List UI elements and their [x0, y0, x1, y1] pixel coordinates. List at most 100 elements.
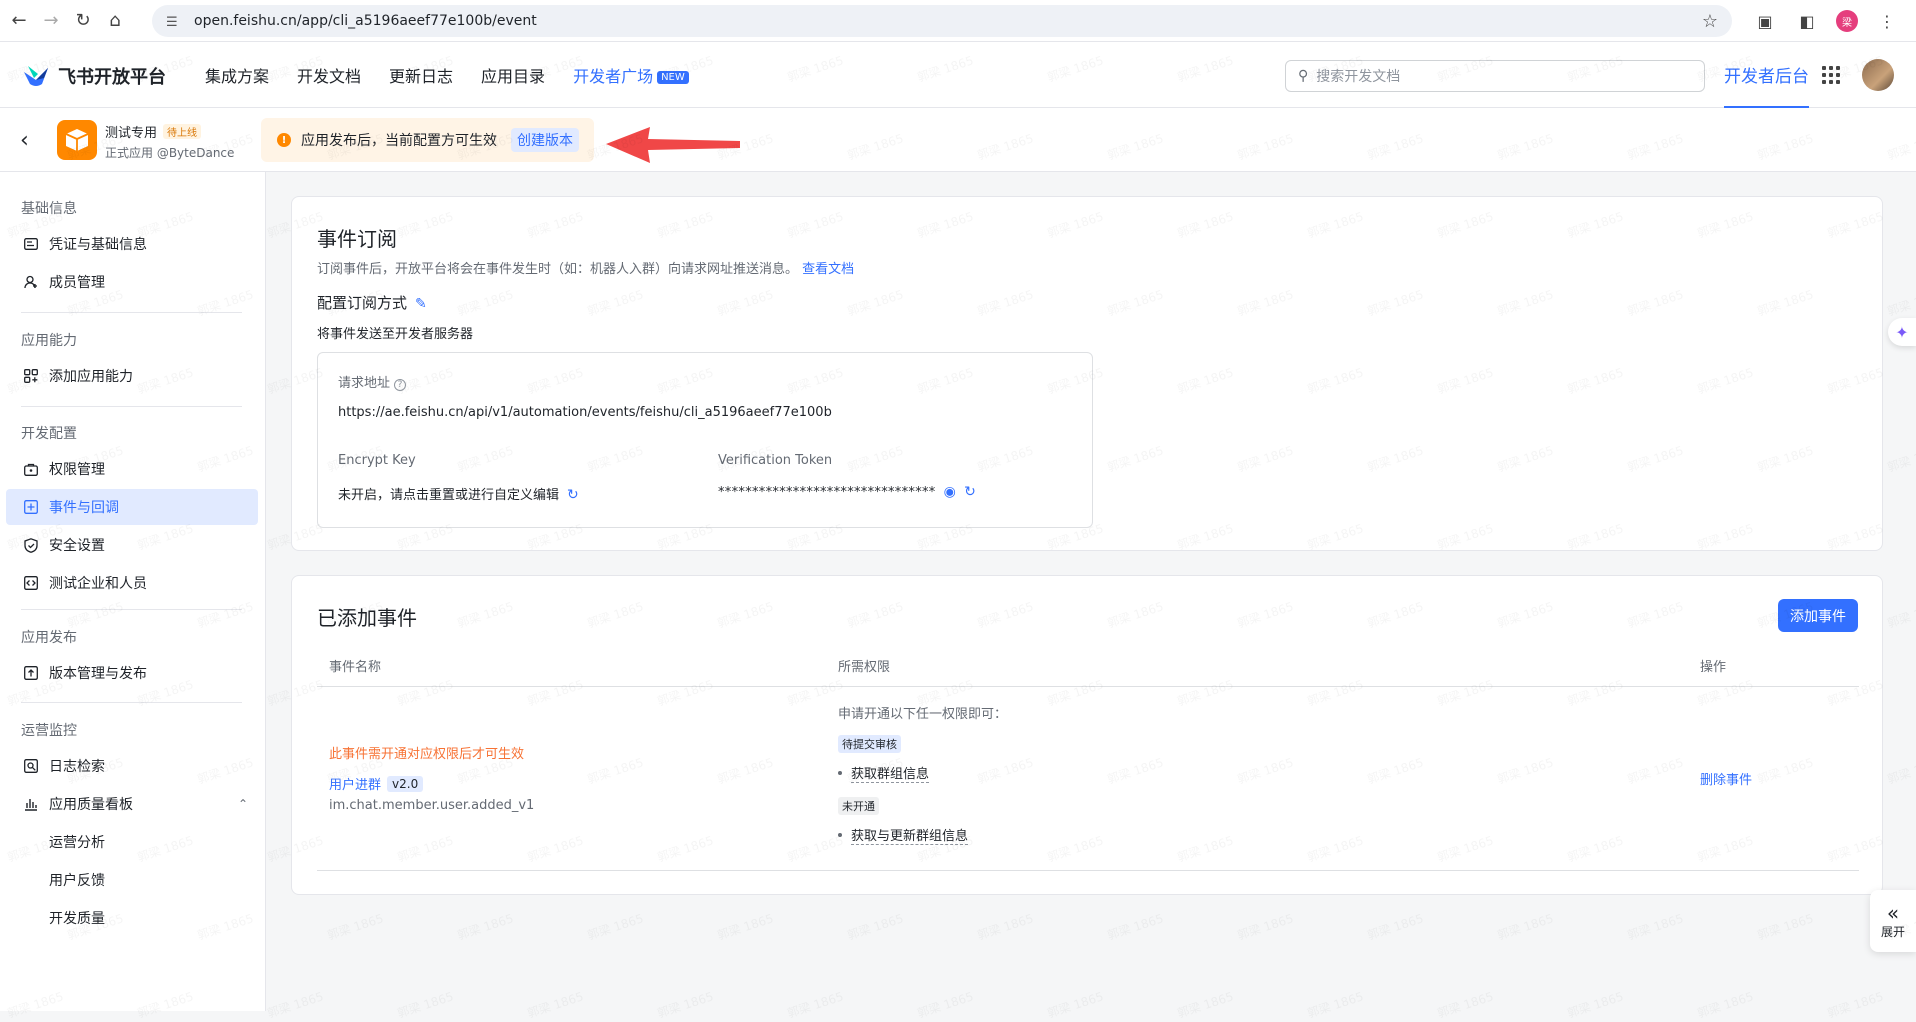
address-bar[interactable]: ☰ open.feishu.cn/app/cli_a5196aeef77e100… — [152, 5, 1732, 37]
tune-icon[interactable]: ☰ — [166, 15, 182, 30]
watermark-text: 郭梁 1865 — [265, 987, 326, 1021]
added-events-title: 已添加事件 — [317, 606, 417, 630]
app-subtitle: 正式应用 @ByteDance — [105, 146, 235, 160]
section-dev: 开发配置 — [21, 426, 77, 442]
watermark-text: 郭梁 1865 — [1695, 987, 1756, 1021]
sidebar-item-label: 运营分析 — [49, 835, 105, 851]
section-ability: 应用能力 — [21, 333, 77, 349]
sidebar-item-credentials[interactable]: 凭证与基础信息 — [6, 226, 258, 262]
watermark-text: 郭梁 1865 — [325, 909, 386, 943]
sidebar-item-members[interactable]: 成员管理 — [6, 264, 258, 300]
url-text: open.feishu.cn/app/cli_a5196aeef77e100b/… — [194, 13, 537, 29]
back-icon[interactable]: ← — [6, 8, 32, 34]
watermark-text: 郭梁 1865 — [1305, 987, 1366, 1021]
sidebar-item-label: 开发质量 — [49, 911, 105, 927]
nav-changelog[interactable]: 更新日志 — [389, 63, 453, 87]
profile-avatar[interactable]: 梁 — [1836, 10, 1858, 32]
nav-developer-plaza[interactable]: 开发者广场 NEW — [573, 63, 689, 87]
column-event-name: 事件名称 — [329, 660, 382, 675]
status-badge-pending: 待提交审核 — [838, 735, 901, 753]
menu-icon[interactable]: ⋮ — [1874, 8, 1900, 34]
watermark-text: 郭梁 1865 — [1045, 987, 1106, 1021]
chevron-up-icon[interactable]: ⌃ — [238, 797, 248, 811]
back-arrow-icon[interactable]: ‹ — [20, 128, 29, 153]
sidebar-item-version[interactable]: 版本管理与发布 — [6, 655, 258, 691]
eye-icon[interactable]: ◉ — [944, 484, 957, 500]
config-method-heading: 配置订阅方式 ✎ — [317, 292, 427, 313]
permission-hint: 申请开通以下任一权限即可： — [838, 707, 1008, 722]
watermark-text: 郭梁 1865 — [1235, 909, 1296, 943]
sidebar-item-label: 成员管理 — [49, 275, 105, 291]
watermark-text: 郭梁 1865 — [1435, 987, 1496, 1021]
nav-app-directory[interactable]: 应用目录 — [481, 63, 545, 87]
request-url-value[interactable]: https://ae.feishu.cn/api/v1/automation/e… — [338, 405, 832, 420]
top-navigation: 飞书开放平台 集成方案 开发文档 更新日志 应用目录 开发者广场 NEW ⚲ 搜索… — [0, 42, 1916, 108]
section-ops: 运营监控 — [21, 723, 77, 739]
help-icon[interactable]: ? — [394, 379, 407, 391]
refresh-icon[interactable]: ↻ — [567, 487, 579, 503]
extensions-icon[interactable]: ▣ — [1752, 8, 1778, 34]
credentials-icon — [23, 236, 39, 252]
user-avatar[interactable] — [1862, 59, 1894, 91]
event-subscription-desc: 订阅事件后，开放平台将会在事件发生时（如：机器人入群）向请求网址推送消息。 — [317, 262, 799, 277]
sidebar-item-label: 凭证与基础信息 — [49, 237, 147, 253]
sidebar-item-security[interactable]: 安全设置 — [6, 527, 258, 563]
developer-console-tab[interactable]: 开发者后台 — [1724, 42, 1809, 108]
sidebar-item-quality[interactable]: 应用质量看板 ⌃ — [6, 786, 258, 822]
create-version-button[interactable]: 创建版本 — [511, 128, 579, 152]
sidebar-item-test-org[interactable]: 测试企业和人员 — [6, 565, 258, 601]
search-input[interactable]: ⚲ 搜索开发文档 — [1285, 60, 1705, 92]
logo[interactable]: 飞书开放平台 — [22, 63, 166, 89]
reload-icon[interactable]: ↻ — [70, 8, 96, 34]
ai-sparkle-icon[interactable]: ✦ — [1888, 318, 1916, 346]
sidebar-item-permissions[interactable]: 权限管理 — [6, 451, 258, 487]
section-release: 应用发布 — [21, 630, 77, 646]
home-icon[interactable]: ⌂ — [102, 8, 128, 34]
forward-icon[interactable]: → — [38, 8, 64, 34]
new-badge: NEW — [657, 71, 689, 84]
sidebar-item-label: 版本管理与发布 — [49, 666, 147, 682]
edit-icon[interactable]: ✎ — [415, 296, 427, 312]
bar-chart-icon — [23, 796, 39, 812]
nav-solutions[interactable]: 集成方案 — [205, 63, 269, 87]
view-docs-link[interactable]: 查看文档 — [802, 262, 854, 277]
sidepanel-icon[interactable]: ◧ — [1794, 8, 1820, 34]
sidebar-item-dev-quality[interactable]: 开发质量 — [6, 900, 258, 936]
refresh-icon[interactable]: ↻ — [964, 484, 976, 500]
watermark-text: 郭梁 1865 — [1365, 909, 1426, 943]
sidebar-item-feedback[interactable]: 用户反馈 — [6, 862, 258, 898]
event-name-link[interactable]: 用户进群 — [329, 774, 381, 793]
star-icon[interactable]: ☆ — [1702, 11, 1718, 32]
watermark-text: 郭梁 1865 — [975, 909, 1036, 943]
watermark-text: 郭梁 1865 — [1625, 909, 1686, 943]
encrypt-key-value: 未开启，请点击重置或进行自定义编辑 — [338, 488, 560, 503]
shield-icon — [23, 537, 39, 553]
nav-docs[interactable]: 开发文档 — [297, 63, 361, 87]
sidebar-item-logs[interactable]: 日志检索 — [6, 748, 258, 784]
permission-update-group-info[interactable]: 获取与更新群组信息 — [851, 825, 969, 845]
watermark-text: 郭梁 1865 — [655, 987, 716, 1021]
apps-grid-icon[interactable] — [1822, 66, 1840, 84]
code-box-icon — [23, 575, 39, 591]
verification-token-value: ******************************** — [718, 485, 936, 500]
watermark-text: 郭梁 1865 — [455, 909, 516, 943]
member-icon — [23, 274, 39, 290]
sidebar-item-add-ability[interactable]: 添加应用能力 — [6, 358, 258, 394]
delete-event-button[interactable]: 删除事件 — [1700, 769, 1752, 788]
feishu-logo-icon — [24, 66, 48, 86]
publish-notice: ! 应用发布后，当前配置方可生效 创建版本 — [261, 118, 594, 162]
add-event-button[interactable]: 添加事件 — [1778, 599, 1858, 632]
sidebar-item-events[interactable]: 事件与回调 — [6, 489, 258, 525]
watermark-text: 郭梁 1865 — [1105, 909, 1166, 943]
app-header: ‹ 测试专用 待上线 正式应用 @ByteDance ! 应用发布后，当前配置方… — [0, 108, 1916, 172]
watermark-text: 郭梁 1865 — [585, 909, 646, 943]
divider — [21, 312, 242, 313]
sidebar-item-ops-analysis[interactable]: 运营分析 — [6, 824, 258, 860]
server-config-box: 请求地址? https://ae.feishu.cn/api/v1/automa… — [317, 352, 1093, 528]
verification-token-label: Verification Token — [718, 453, 833, 468]
permission-get-group-info[interactable]: 获取群组信息 — [851, 763, 930, 783]
column-permissions: 所需权限 — [838, 660, 891, 675]
sidebar-item-label: 日志检索 — [49, 759, 105, 775]
expand-button[interactable]: « 展开 — [1870, 890, 1916, 952]
watermark-text: 郭梁 1865 — [785, 987, 846, 1021]
